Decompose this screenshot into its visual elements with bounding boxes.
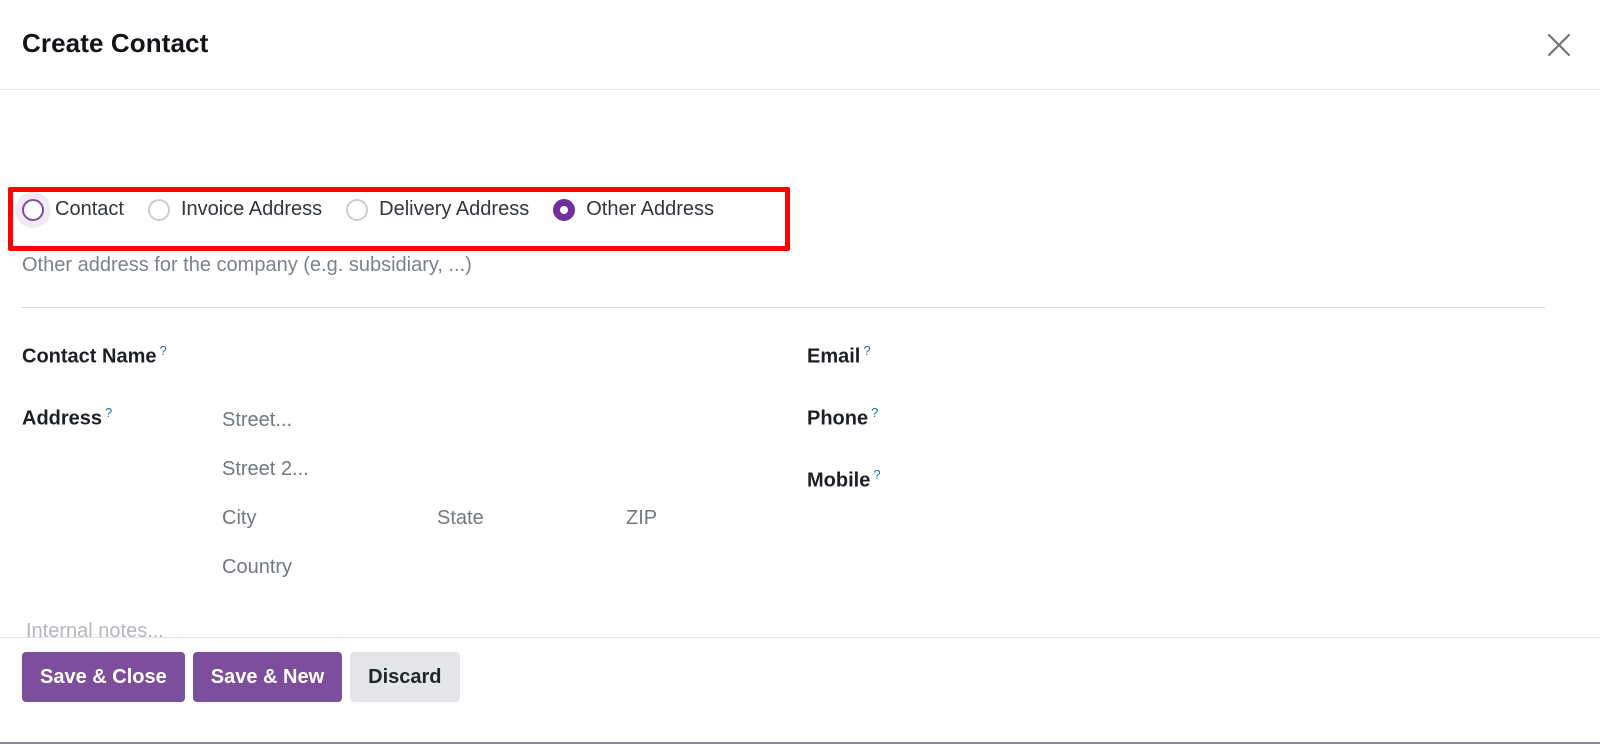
label-phone: Phone? (807, 405, 878, 431)
radio-label-delivery-address: Delivery Address (379, 198, 530, 220)
dialog-header: Create Contact (0, 0, 1600, 90)
discard-button[interactable]: Discard (350, 652, 460, 702)
state-input[interactable]: State (437, 507, 484, 530)
street-input[interactable]: Street... (222, 409, 292, 432)
label-mobile: Mobile? (807, 467, 881, 493)
help-icon-contact-name[interactable]: ? (159, 343, 166, 358)
radio-icon-delivery-address[interactable] (346, 198, 369, 221)
help-icon-email[interactable]: ? (863, 343, 870, 358)
close-button[interactable] (1536, 22, 1582, 68)
dialog-footer: Save & Close Save & New Discard (0, 637, 1600, 742)
radio-icon-other-address[interactable] (553, 198, 576, 221)
city-input[interactable]: City (222, 507, 256, 530)
radio-option-other-address[interactable]: Other Address (553, 198, 714, 221)
save-and-close-button[interactable]: Save & Close (22, 652, 185, 702)
footer-button-row: Save & Close Save & New Discard (22, 652, 460, 702)
label-phone-text: Phone (807, 407, 869, 430)
label-mobile-text: Mobile (807, 469, 871, 492)
label-contact-name: Contact Name? (22, 343, 167, 369)
save-and-new-button[interactable]: Save & New (192, 652, 343, 702)
close-icon (1546, 32, 1572, 58)
help-icon-address[interactable]: ? (105, 405, 112, 420)
address-type-description: Other address for the company (e.g. subs… (22, 254, 472, 276)
help-icon-mobile[interactable]: ? (873, 467, 880, 482)
radio-icon-invoice-address[interactable] (147, 198, 170, 221)
radio-icon-contact[interactable] (22, 198, 44, 221)
radio-option-contact[interactable]: Contact (22, 198, 124, 221)
label-address-text: Address (22, 407, 103, 430)
form-divider (22, 307, 1545, 308)
create-contact-dialog: Create Contact Contact Invoice Address D… (0, 0, 1600, 744)
country-select[interactable]: Country (222, 556, 292, 579)
label-address: Address? (22, 405, 112, 431)
label-email-text: Email (807, 345, 861, 368)
address-type-radio-group: Contact Invoice Address Delivery Address… (22, 198, 714, 221)
radio-option-delivery-address[interactable]: Delivery Address (346, 198, 529, 221)
label-email: Email? (807, 343, 871, 369)
radio-label-other-address: Other Address (586, 198, 715, 220)
dialog-body: Contact Invoice Address Delivery Address… (0, 90, 1600, 642)
street2-input[interactable]: Street 2... (222, 458, 309, 481)
help-icon-phone[interactable]: ? (871, 405, 878, 420)
radio-option-invoice-address[interactable]: Invoice Address (147, 198, 323, 221)
page-title: Create Contact (22, 28, 209, 58)
radio-label-contact: Contact (55, 198, 124, 220)
radio-label-invoice-address: Invoice Address (180, 198, 323, 220)
zip-input[interactable]: ZIP (626, 507, 657, 530)
label-contact-name-text: Contact Name (22, 345, 157, 368)
